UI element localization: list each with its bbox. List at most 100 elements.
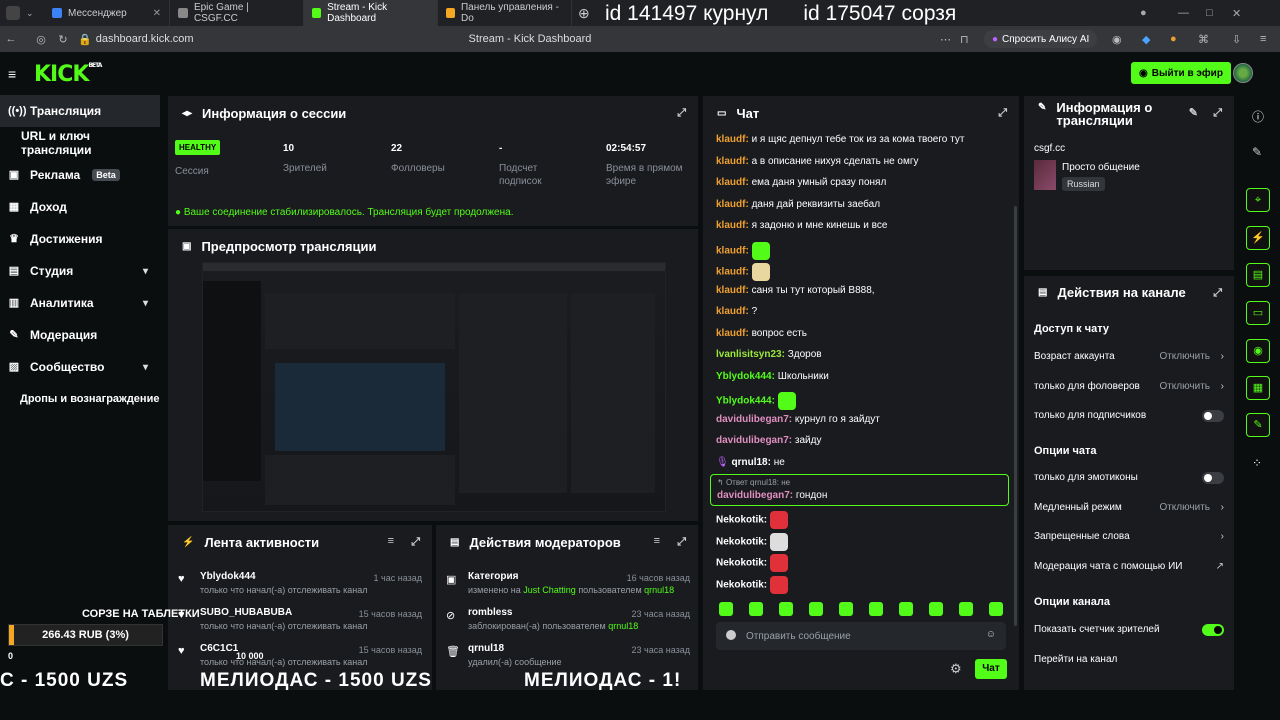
channel-action-row[interactable]: Модерация чата с помощью ИИ ↗ <box>1034 561 1224 581</box>
emote-image[interactable] <box>751 263 770 281</box>
emote-image[interactable] <box>769 575 788 594</box>
new-tab-button[interactable]: ⊕ <box>578 5 590 22</box>
emote-image[interactable] <box>751 241 770 260</box>
chat-user[interactable]: klaudf <box>716 156 745 167</box>
emote-button[interactable] <box>989 602 1003 616</box>
toggle-switch[interactable] <box>1202 410 1224 422</box>
chat-user[interactable]: Nekokotik <box>716 515 764 526</box>
reload-icon[interactable]: ↻ <box>52 33 74 46</box>
chat-user[interactable]: Nekokotik <box>716 579 764 590</box>
channel-action-row[interactable]: только для фоловеров Отключить › <box>1034 381 1224 401</box>
emote-button[interactable] <box>749 602 763 616</box>
rail-button-broadcast[interactable]: ◉ <box>1246 339 1270 363</box>
chevron-down-icon[interactable]: ⌄ <box>26 8 34 19</box>
stream-preview-video[interactable] <box>202 262 666 512</box>
profile-icon[interactable]: ● <box>1140 7 1147 19</box>
tab-messenger[interactable]: Мессенджер ✕ <box>44 0 170 26</box>
rail-button-crosshair[interactable]: ⌖ <box>1246 188 1270 212</box>
bookmark-icon[interactable]: ⊓ <box>960 33 969 46</box>
extension-icon[interactable]: ◉ <box>1112 33 1122 46</box>
sidebar-item-analytics[interactable]: ▥ Аналитика ▾ <box>0 287 160 319</box>
tab-kick-dashboard[interactable]: Stream - Kick Dashboard <box>304 0 438 26</box>
channel-action-row[interactable]: Показать счетчик зрителей <box>1034 624 1224 644</box>
channel-action-row[interactable]: Возраст аккаунта Отключить › <box>1034 351 1224 371</box>
chat-user[interactable]: Nekokotik <box>716 558 764 569</box>
emote-button[interactable] <box>719 602 733 616</box>
emote-button[interactable] <box>929 602 943 616</box>
expand-icon[interactable]: ⤢ <box>1213 287 1222 300</box>
hamburger-icon[interactable]: ≡ <box>8 66 16 82</box>
go-live-button[interactable]: ◉ Выйти в эфир <box>1131 62 1231 84</box>
emote-button[interactable] <box>839 602 853 616</box>
chat-user[interactable]: klaudf <box>716 199 745 210</box>
tab-donation-panel[interactable]: Панель управления - Do <box>438 0 572 26</box>
emote-button[interactable] <box>959 602 973 616</box>
url-text[interactable]: dashboard.kick.com <box>96 33 194 45</box>
emote-image[interactable] <box>769 554 788 572</box>
user-link[interactable]: qrnul18 <box>644 585 674 595</box>
chat-user[interactable]: klaudf <box>716 177 745 188</box>
avatar[interactable] <box>1233 63 1253 83</box>
tab-menu-icon[interactable] <box>6 6 20 20</box>
filter-icon[interactable]: ≡ <box>654 535 660 547</box>
sidebar-item-broadcast[interactable]: ((•)) Трансляция <box>0 95 160 127</box>
shield-icon[interactable]: ◎ <box>30 33 52 46</box>
edit-icon[interactable]: ✎ <box>1189 107 1198 120</box>
sidebar-item-ads[interactable]: ▣ Реклама Beta <box>0 159 160 191</box>
menu-icon[interactable]: ≡ <box>1260 33 1266 45</box>
emote-image[interactable] <box>769 511 788 529</box>
expand-icon[interactable]: ⤢ <box>998 107 1007 120</box>
emote-button[interactable] <box>809 602 823 616</box>
expand-icon[interactable]: ⤢ <box>677 536 686 549</box>
tab-csgf[interactable]: Epic Game | CSGF.CC <box>170 0 304 26</box>
sidebar-item-income[interactable]: ▦ Доход <box>0 191 160 223</box>
emote-button[interactable] <box>899 602 913 616</box>
emoji-icon[interactable]: ☺ <box>986 629 996 640</box>
chat-user[interactable]: davidulibegan7 <box>716 414 789 425</box>
puzzle-icon[interactable]: ⌘ <box>1198 33 1209 46</box>
extension-icon-2[interactable]: ◆ <box>1142 33 1150 46</box>
rail-button-chat[interactable]: ▭ <box>1246 301 1270 325</box>
minimize-button[interactable]: — <box>1178 7 1189 19</box>
chat-user[interactable]: lvanlisitsyn23 <box>716 349 782 360</box>
sidebar-item-moderation[interactable]: ✎ Модерация <box>0 319 160 351</box>
channel-action-row[interactable]: Перейти на канал <box>1034 654 1224 674</box>
chat-user[interactable]: davidulibegan7 <box>716 435 789 446</box>
chat-user[interactable]: Yblydok444 <box>716 371 772 382</box>
gear-icon[interactable]: ⚙ <box>950 661 962 677</box>
expand-icon[interactable]: ⤢ <box>411 536 420 549</box>
more-icon[interactable]: ⋯ <box>940 33 951 46</box>
chat-user[interactable]: qrnul18 <box>731 457 767 468</box>
sidebar-item-achievements[interactable]: ♛ Достижения <box>0 223 160 255</box>
toggle-switch[interactable] <box>1202 624 1224 636</box>
filter-icon[interactable]: ≡ <box>388 535 394 547</box>
expand-icon[interactable]: ⤢ <box>1213 107 1222 120</box>
extension-icon-3[interactable]: ● <box>1170 33 1177 45</box>
downloads-icon[interactable]: ⇩ <box>1232 33 1241 46</box>
channel-action-row[interactable]: только для эмотиконы <box>1034 472 1224 492</box>
rail-button-bolt[interactable]: ⚡ <box>1246 226 1270 250</box>
alisa-button[interactable]: ● Спросить Алису AI <box>984 30 1098 48</box>
category-link[interactable]: Just Chatting <box>523 585 576 595</box>
channel-action-row[interactable]: Медленный режим Отключить › <box>1034 502 1224 522</box>
expand-icon[interactable]: ⤢ <box>677 107 686 120</box>
kick-logo[interactable]: KICKBETA <box>34 62 102 87</box>
emote-button[interactable] <box>869 602 883 616</box>
chat-user[interactable]: Yblydok444 <box>716 396 772 407</box>
emote-image[interactable] <box>777 392 796 410</box>
rail-button-wrench[interactable]: ✎ <box>1246 413 1270 437</box>
rail-button-sliders[interactable]: ▦ <box>1246 376 1270 400</box>
chat-user[interactable]: klaudf <box>716 328 745 339</box>
pencil-icon[interactable]: ✎ <box>1252 145 1262 159</box>
info-icon[interactable]: ⓘ <box>1252 108 1264 125</box>
rail-button-document[interactable]: ▤ <box>1246 263 1270 287</box>
back-icon[interactable]: ← <box>0 33 22 45</box>
channel-action-row[interactable]: только для подписчиков <box>1034 410 1224 430</box>
emote-button[interactable] <box>779 602 793 616</box>
toggle-switch[interactable] <box>1202 472 1224 484</box>
chat-user[interactable]: Nekokotik <box>716 536 764 547</box>
chat-user[interactable]: klaudf <box>716 306 745 317</box>
category-thumbnail[interactable] <box>1034 160 1056 190</box>
channel-action-row[interactable]: Запрещенные слова › <box>1034 531 1224 551</box>
user-link[interactable]: qrnul18 <box>608 621 638 631</box>
